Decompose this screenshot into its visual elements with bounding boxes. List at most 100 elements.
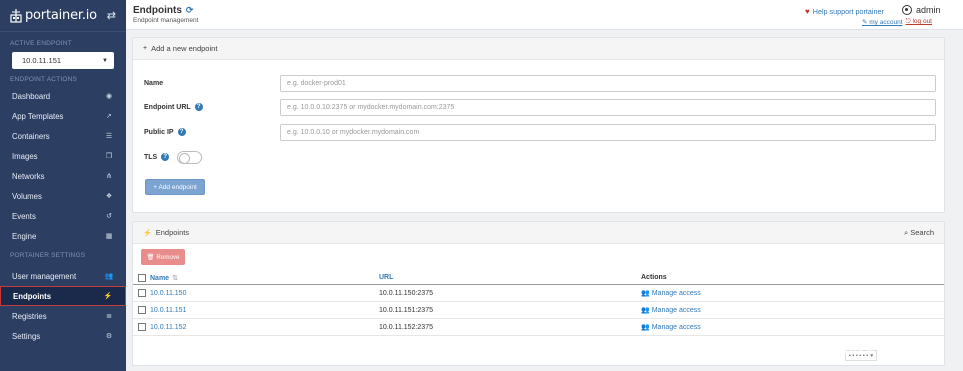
sidebar-item-images[interactable]: Images ❐ [0,146,126,166]
tls-label: TLS? [144,153,170,161]
public-ip-row: Public IP? e.g. 10.0.0.10 or mydocker.my… [133,123,944,141]
endpoint-url: 10.0.11.151:2375 [379,306,433,314]
sidebar-item-app-templates[interactable]: App Templates ➚ [0,106,126,126]
table-header-row: Name ⇅ URL Actions [133,271,944,285]
portainer-settings-nav: User management 👥 Endpoints ⚡ Registries… [0,266,126,346]
th-icon: ▦ [105,233,113,240]
brand: portainer.io ⇄ [0,0,126,32]
cogs-icon: ⚙ [105,333,113,340]
add-endpoint-panel-header: + Add a new endpoint [133,38,944,60]
name-input[interactable]: e.g. docker-prod01 [280,74,936,92]
tls-toggle[interactable] [177,150,202,164]
name-input-placeholder: e.g. docker-prod01 [287,79,346,87]
users-icon: 👥 [641,324,650,331]
endpoints-panel-header: ⚡ Endpoints ⌕ Search [133,222,944,244]
column-header-name-label: Name [150,274,170,282]
endpoint-actions-title: ENDPOINT ACTIONS [10,76,78,83]
sidebar-item-label: Endpoints [13,291,52,301]
sidebar-item-label: App Templates [12,111,64,121]
row-checkbox[interactable] [138,289,146,297]
sidebar-item-label: Networks [12,171,45,181]
public-ip-label-text: Public IP [144,128,174,136]
plug-icon: ⚡ [143,229,152,237]
username: admin [916,5,941,15]
sidebar-item-label: Engine [12,231,37,241]
log-out-link[interactable]: ⎋ log out [906,18,932,26]
endpoint-url: 10.0.11.152:2375 [379,323,433,331]
help-support-link[interactable]: ♥ Help support portainer [805,7,884,16]
manage-access-label: Manage access [651,306,701,314]
help-support-label: Help support portainer [812,7,884,16]
sort-icon: ⇅ [172,274,178,282]
page-header: Endpoints ⟳ Endpoint management ♥ Help s… [126,0,963,30]
manage-access-link[interactable]: 👥 Manage access [641,306,701,315]
active-endpoint-title: ACTIVE ENDPOINT [10,40,72,47]
my-account-label: my account [869,19,903,26]
sidebar-item-user-management[interactable]: User management 👥 [0,266,126,286]
endpoint-url-label-text: Endpoint URL [144,103,191,111]
endpoints-panel: ⚡ Endpoints ⌕ Search 🗑 Remove Name ⇅ URL … [132,221,945,366]
user-circle-icon [902,5,912,15]
name-label: Name [144,80,163,87]
endpoints-table: Name ⇅ URL Actions 10.0.11.150 10.0.11.15… [133,271,944,336]
search-toggle[interactable]: ⌕ Search [904,228,934,238]
name-row: Name e.g. docker-prod01 [133,74,944,92]
sidebar-item-label: Events [12,211,36,221]
cubes-icon: ❖ [105,193,113,200]
row-checkbox[interactable] [138,306,146,314]
select-all-checkbox[interactable] [138,273,146,282]
sidebar-item-volumes[interactable]: Volumes ❖ [0,186,126,206]
history-icon: ↺ [106,213,112,220]
sidebar: portainer.io ⇄ ACTIVE ENDPOINT 10.0.11.1… [0,0,126,371]
endpoint-select-value: 10.0.11.151 [22,56,62,65]
endpoint-actions-nav: Dashboard ◉ App Templates ➚ Containers ☰… [0,86,126,246]
sidebar-item-containers[interactable]: Containers ☰ [0,126,126,146]
refresh-icon[interactable]: ⟳ [186,5,194,16]
endpoint-name-link[interactable]: 10.0.11.150 [150,290,186,297]
remove-button[interactable]: 🗑 Remove [141,249,185,265]
tachometer-icon: ◉ [105,93,113,100]
sidebar-item-endpoints[interactable]: Endpoints ⚡ [0,286,126,306]
manage-access-link[interactable]: 👥 Manage access [641,323,701,332]
search-label: Search [910,228,934,237]
column-header-actions: Actions [641,274,667,281]
items-per-page-select[interactable]: ▪ ▪ ▪ ▪ ▪ ▪ ▾ [845,350,878,361]
question-circle-icon[interactable]: ? [194,103,203,111]
sidebar-toggle-icon[interactable]: ⇄ [107,9,116,22]
endpoint-url-placeholder: e.g. 10.0.0.10:2375 or mydocker.mydomain… [287,103,455,111]
portainer-logo-icon [10,8,22,23]
endpoint-url-input[interactable]: e.g. 10.0.0.10:2375 or mydocker.mydomain… [280,98,936,116]
table-row: 10.0.11.150 10.0.11.150:2375 👥 Manage acc… [133,285,944,302]
table-row: 10.0.11.152 10.0.11.152:2375 👥 Manage acc… [133,319,944,336]
sidebar-item-label: Images [12,151,38,161]
sidebar-item-engine[interactable]: Engine ▦ [0,226,126,246]
sidebar-item-registries[interactable]: Registries ≣ [0,306,126,326]
portainer-settings-title: PORTAINER SETTINGS [10,252,86,259]
manage-access-label: Manage access [651,323,701,331]
question-circle-icon[interactable]: ? [177,128,186,136]
add-endpoint-button[interactable]: + Add endpoint [145,179,205,195]
trash-icon: 🗑 [146,254,155,261]
column-header-url[interactable]: URL [379,274,393,281]
users-icon: 👥 [104,273,114,280]
public-ip-input[interactable]: e.g. 10.0.0.10 or mydocker.mydomain.com [280,123,936,141]
sidebar-item-networks[interactable]: Networks ⋔ [0,166,126,186]
my-account-link[interactable]: ✎ my account [862,18,903,26]
manage-access-link[interactable]: 👥 Manage access [641,289,701,298]
endpoint-url-label: Endpoint URL? [144,103,203,111]
heart-icon: ♥ [805,7,810,16]
chevron-down-icon: ▾ [870,352,874,359]
pagination-control: ▪ ▪ ▪ ▪ ▪ ▪ [849,352,869,359]
question-circle-icon[interactable]: ? [161,153,170,161]
endpoint-select[interactable]: 10.0.11.151 ▼ [12,52,114,69]
endpoint-name-link[interactable]: 10.0.11.151 [150,307,186,314]
brand-name[interactable]: portainer.io [25,8,97,23]
sidebar-item-dashboard[interactable]: Dashboard ◉ [0,86,126,106]
endpoint-url-row: Endpoint URL? e.g. 10.0.0.10:2375 or myd… [133,98,944,116]
row-checkbox[interactable] [138,323,146,331]
sidebar-item-events[interactable]: Events ↺ [0,206,126,226]
search-icon: ⌕ [904,227,909,237]
endpoint-name-link[interactable]: 10.0.11.152 [150,324,186,331]
sidebar-item-settings[interactable]: Settings ⚙ [0,326,126,346]
column-header-name[interactable]: Name ⇅ [150,274,178,282]
